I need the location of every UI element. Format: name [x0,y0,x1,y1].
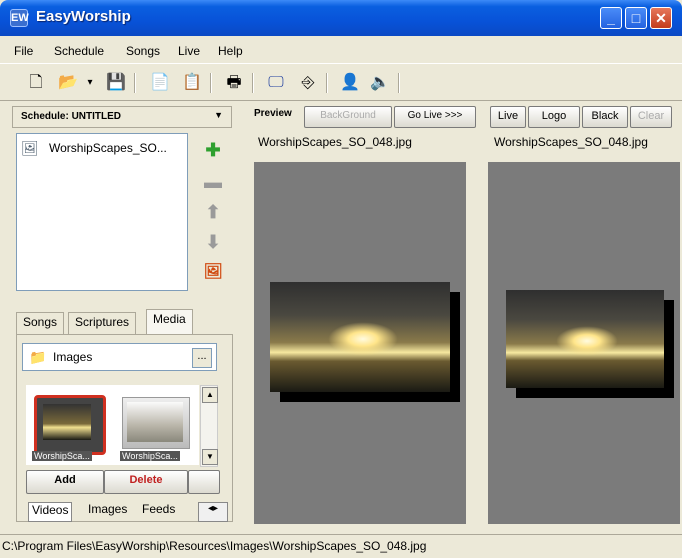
thumbnail-label: WorshipSca... [32,451,92,461]
live-button[interactable]: Live [490,106,526,128]
minimize-button[interactable]: _ [600,7,622,29]
print-icon[interactable]: 🖶 [224,73,244,93]
tab-scriptures-label: Scriptures [75,315,130,329]
thumbnail-label: WorshipSca... [120,451,180,461]
close-button[interactable]: ✕ [650,7,672,29]
black-button[interactable]: Black [582,106,628,128]
tab-songs-label: Songs [23,315,58,329]
live-header: Live Logo Black Clear [486,106,682,128]
thumbnail-selected[interactable] [34,395,106,455]
title-bar: EW EasyWorship _ □ ✕ [0,0,682,36]
properties-icon[interactable]: 📄 [150,73,170,93]
toolbar-separator [210,73,212,93]
thumbnail[interactable] [122,397,190,449]
tab-scroll-icon[interactable]: ◂▸ [198,502,228,522]
scroll-up-icon[interactable]: ▲ [202,387,218,403]
move-down-icon[interactable]: ⬇ [203,232,223,252]
thumbnail-grid: WorshipSca... WorshipSca... [26,385,199,465]
schedule-header[interactable]: Schedule: UNTITLED ▼ [12,106,232,128]
thumbnail-image [43,404,91,440]
toolbar-separator [252,73,254,93]
schedule-dropdown-icon[interactable]: ▼ [214,110,223,120]
go-live-button[interactable]: Go Live >>> [394,106,476,128]
status-path: C:\Program Files\EasyWorship\Resources\I… [2,539,427,553]
media-item-icon: 🖼 [21,140,39,156]
sun-glow [556,326,618,356]
folder-selector[interactable]: 📁 Images ... [22,343,217,371]
toolbar-separator [134,73,136,93]
speaker-icon[interactable]: 🔈 [370,73,390,93]
monitor-icon[interactable]: 🖵 [266,73,286,93]
image-schedule-icon[interactable]: 🖼 [203,262,223,282]
live-image [506,290,664,388]
open-dropdown-icon[interactable]: ▾ [80,73,100,93]
tab-images[interactable]: Images [88,502,127,520]
new-file-icon[interactable]: 🗋 [26,73,46,93]
tab-media-label: Media [153,312,186,326]
toolbar-separator [398,73,400,93]
schedule-item[interactable]: 🖼 WorshipScapes_SO... [21,140,185,158]
preview-image [270,282,450,392]
window-title: EasyWorship [36,8,131,25]
maximize-icon: □ [631,10,641,26]
save-icon[interactable]: 💾 [106,73,126,93]
background-dropdown[interactable]: BackGround [304,106,392,128]
preview-filename: WorshipScapes_SO_048.jpg [258,135,412,149]
toolbar-separator [326,73,328,93]
menu-file[interactable]: File [14,44,33,58]
add-to-schedule-icon[interactable]: ✚ [203,140,223,160]
output-icon[interactable]: ⎆ [298,73,318,93]
move-up-icon[interactable]: ⬆ [203,202,223,222]
maximize-button[interactable]: □ [625,7,647,29]
preview-label: Preview [254,108,292,119]
close-icon: ✕ [655,10,667,26]
menu-bar: File Schedule Songs Live Help [0,36,682,64]
logo-button[interactable]: Logo [528,106,580,128]
folder-name: Images [53,350,93,364]
toolbar: 🗋 📂 ▾ 💾 📄 📋 🖶 🖵 ⎆ 👤 🔈 [0,65,682,101]
live-filename: WorshipScapes_SO_048.jpg [494,135,648,149]
schedule-title: Schedule: UNTITLED [21,111,122,122]
clear-button[interactable]: Clear [630,106,672,128]
add-button[interactable]: Add [26,470,104,494]
menu-help[interactable]: Help [218,44,243,58]
tab-videos[interactable]: Videos [28,502,73,522]
sun-glow [328,322,398,356]
preview-screen[interactable] [254,162,466,524]
menu-live[interactable]: Live [178,44,200,58]
live-screen[interactable] [488,162,680,524]
delete-button[interactable]: Delete [104,470,188,494]
minimize-icon: _ [607,10,615,26]
schedule-item-label: WorshipScapes_SO... [49,141,167,155]
menu-songs[interactable]: Songs [126,44,160,58]
thumbnail-scrollbar[interactable]: ▲ ▼ [200,385,218,467]
extra-button[interactable] [188,470,220,494]
user-icon[interactable]: 👤 [340,73,360,93]
thumbnail-image [127,402,183,442]
copy-icon[interactable]: 📋 [182,73,202,93]
open-folder-icon[interactable]: 📂 [58,73,78,93]
folder-icon: 📁 [29,349,47,365]
browse-button[interactable]: ... [192,348,212,368]
preview-header: Preview BackGround Go Live >>> [252,106,476,128]
app-icon: EW [10,9,29,27]
menu-schedule[interactable]: Schedule [54,44,104,58]
remove-from-schedule-icon[interactable]: ▬ [203,172,223,192]
status-bar: C:\Program Files\EasyWorship\Resources\I… [0,534,682,558]
schedule-list[interactable]: 🖼 WorshipScapes_SO... [16,133,188,291]
tab-feeds[interactable]: Feeds [142,502,175,520]
scroll-down-icon[interactable]: ▼ [202,449,218,465]
